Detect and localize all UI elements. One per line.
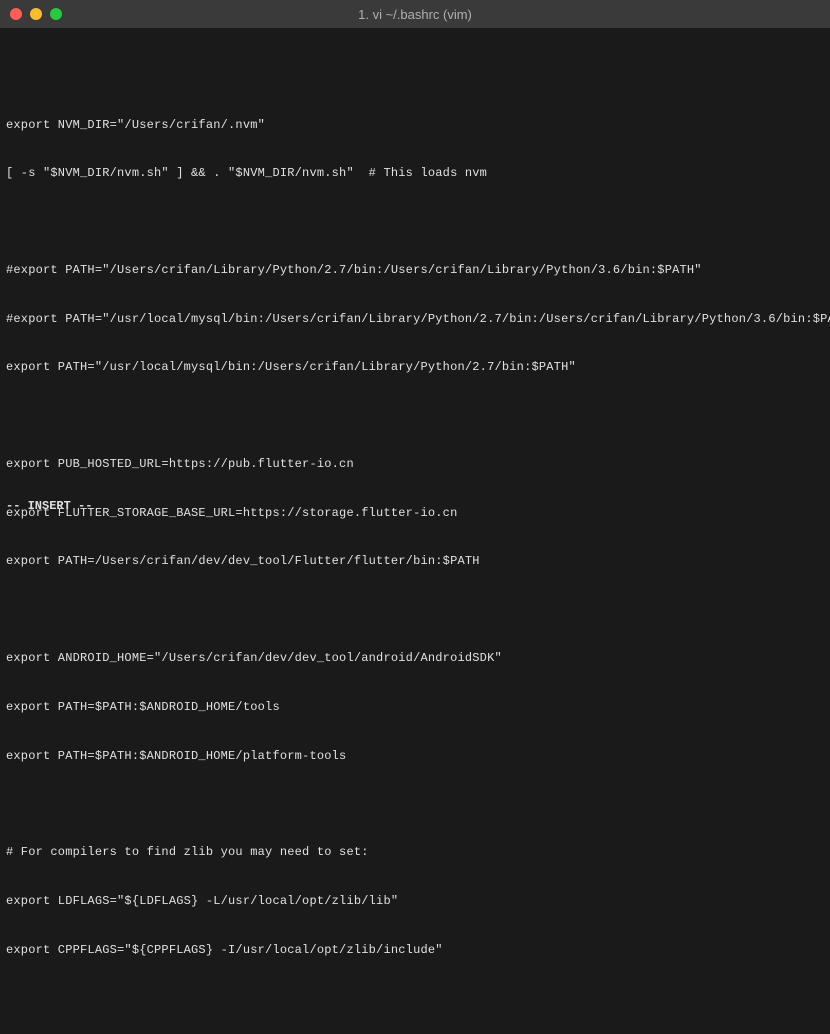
code-line: [ -s "$NVM_DIR/nvm.sh" ] && . "$NVM_DIR/…: [6, 165, 824, 181]
code-line: export CPPFLAGS="${CPPFLAGS} -I/usr/loca…: [6, 942, 824, 958]
code-line: [6, 68, 824, 84]
code-line: export FLUTTER_STORAGE_BASE_URL=https://…: [6, 505, 824, 521]
minimize-button[interactable]: [30, 8, 42, 20]
code-line: export PATH=/Users/crifan/dev/dev_tool/F…: [6, 553, 824, 569]
code-line: export PATH=$PATH:$ANDROID_HOME/tools: [6, 699, 824, 715]
code-line: [6, 796, 824, 812]
code-line: export PATH=$PATH:$ANDROID_HOME/platform…: [6, 748, 824, 764]
terminal-editor[interactable]: export NVM_DIR="/Users/crifan/.nvm" [ -s…: [0, 28, 830, 1034]
code-line: #export PATH="/Users/crifan/Library/Pyth…: [6, 262, 824, 278]
window-title: 1. vi ~/.bashrc (vim): [358, 7, 472, 22]
code-line: # For compilers to find zlib you may nee…: [6, 844, 824, 860]
code-line: [6, 214, 824, 230]
code-line: [6, 990, 824, 1006]
code-line: export NVM_DIR="/Users/crifan/.nvm": [6, 117, 824, 133]
code-line: export LDFLAGS="${LDFLAGS} -L/usr/local/…: [6, 893, 824, 909]
maximize-button[interactable]: [50, 8, 62, 20]
close-button[interactable]: [10, 8, 22, 20]
code-line: [6, 408, 824, 424]
titlebar: 1. vi ~/.bashrc (vim): [0, 0, 830, 28]
code-line: export PUB_HOSTED_URL=https://pub.flutte…: [6, 456, 824, 472]
code-line: export ANDROID_HOME="/Users/crifan/dev/d…: [6, 650, 824, 666]
code-line: #export PATH="/usr/local/mysql/bin:/User…: [6, 311, 824, 327]
code-line: export PATH="/usr/local/mysql/bin:/Users…: [6, 359, 824, 375]
window-controls: [10, 8, 62, 20]
vim-status-line: -- INSERT --: [6, 499, 92, 513]
code-line: [6, 602, 824, 618]
